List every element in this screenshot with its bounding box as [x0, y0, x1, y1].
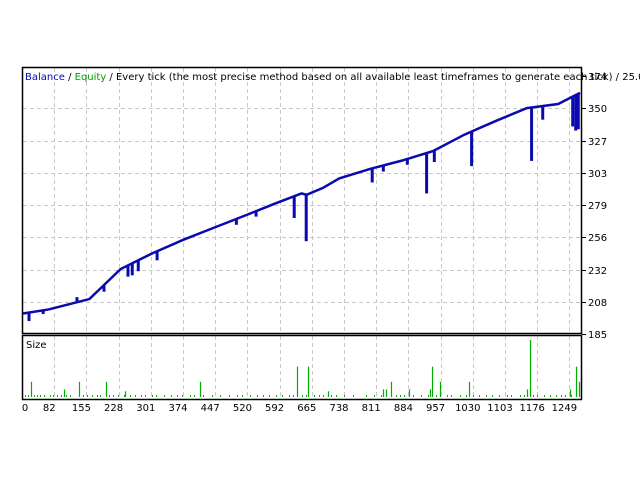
legend-balance: Balance [25, 72, 65, 83]
y-tick-label: 232 [588, 266, 607, 277]
legend-equity: Equity [75, 72, 107, 83]
y-tick-label: 327 [588, 137, 607, 148]
x-tick-label: 811 [362, 403, 381, 414]
x-tick-label: 592 [265, 403, 284, 414]
x-tick-label: 374 [168, 403, 187, 414]
x-tick-label: 1249 [552, 403, 577, 414]
y-tick-label: 208 [588, 298, 607, 309]
y-tick-label: 185 [588, 330, 607, 341]
x-tick-label: 665 [297, 403, 316, 414]
x-tick-label: 884 [394, 403, 413, 414]
y-tick-label: 350 [588, 104, 607, 115]
x-tick-label: 1103 [487, 403, 512, 414]
y-tick-label: 303 [588, 169, 607, 180]
x-tick-label: 520 [233, 403, 252, 414]
balance-line [22, 91, 581, 315]
y-tick-label: 256 [588, 233, 607, 244]
y-axis-ticks: 374 350 327 303 279 256 232 208 185 [582, 72, 607, 341]
size-bars [25, 340, 581, 397]
legend-separator: / [65, 72, 75, 83]
legend-separator: / [106, 72, 116, 83]
size-panel-label: Size [26, 340, 47, 351]
grid [23, 68, 581, 399]
x-tick-label: 738 [329, 403, 348, 414]
x-tick-label: 1176 [519, 403, 544, 414]
x-tick-label: 228 [104, 403, 123, 414]
balance-equity-chart: Balance / Equity / Every tick (the most … [21, 66, 640, 414]
x-tick-label: 82 [43, 403, 56, 414]
x-tick-label: 957 [426, 403, 445, 414]
x-tick-label: 1030 [455, 403, 480, 414]
x-axis-ticks: 0 82 155 228 301 374 447 520 592 665 738 811 884 957 1… [22, 403, 577, 414]
x-tick-label: 301 [136, 403, 155, 414]
main-plot-frame [21, 66, 583, 335]
series [22, 91, 581, 322]
test-mode-description: Every tick (the most precise method base… [116, 72, 640, 83]
x-tick-label: 155 [72, 403, 91, 414]
y-tick-label: 374 [588, 72, 607, 83]
x-tick-label: 0 [22, 403, 28, 414]
x-tick-label: 447 [201, 403, 220, 414]
y-tick-label: 279 [588, 201, 607, 212]
chart-title: Balance / Equity / Every tick (the most … [25, 72, 640, 83]
